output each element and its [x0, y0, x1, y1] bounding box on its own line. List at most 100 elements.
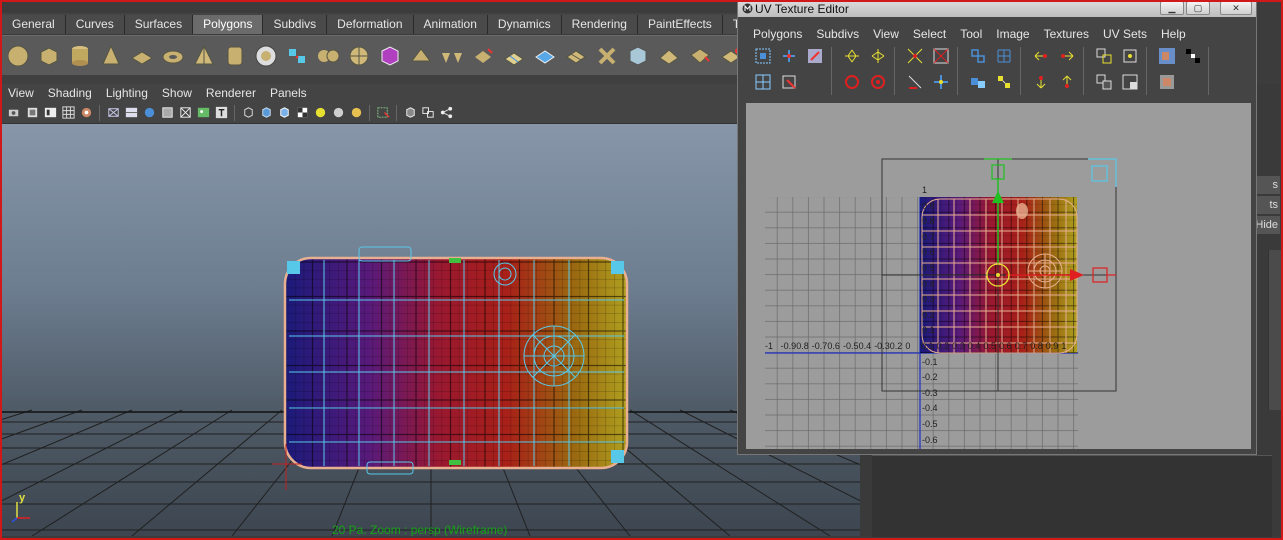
shelf-tab-subdivs[interactable]: Subdivs: [263, 15, 328, 34]
channel-scrollbar[interactable]: [1268, 250, 1281, 410]
x-ray-icon[interactable]: [177, 105, 193, 121]
shelf-tab-animation[interactable]: Animation: [413, 15, 488, 34]
split-uv-icon[interactable]: [904, 71, 926, 93]
text-icon[interactable]: [213, 105, 229, 121]
uv-menu-subdivs[interactable]: Subdivs: [809, 27, 866, 41]
merge-icon[interactable]: [593, 41, 621, 71]
uv-lattice-icon[interactable]: [752, 71, 774, 93]
light-all-icon[interactable]: [330, 105, 346, 121]
uv-select-icon[interactable]: [752, 45, 774, 67]
maximize-button[interactable]: ▢: [1186, 1, 1210, 15]
cone-icon[interactable]: [97, 41, 125, 71]
uv-editor-titlebar[interactable]: UV Texture Editor ▁ ▢ ✕: [738, 1, 1256, 17]
torus-icon[interactable]: [159, 41, 187, 71]
flip-u-icon[interactable]: [841, 45, 863, 67]
flip-v-icon[interactable]: [867, 45, 889, 67]
separate-icon[interactable]: [283, 41, 311, 71]
uv-menu-select[interactable]: Select: [906, 27, 953, 41]
image-range-icon[interactable]: [1156, 71, 1178, 93]
layout-uv-icon[interactable]: [967, 45, 989, 67]
panel-menu-show[interactable]: Show: [156, 86, 200, 100]
pipe-icon[interactable]: [221, 41, 249, 71]
uv-menu-tool[interactable]: Tool: [953, 27, 989, 41]
film-gate-icon[interactable]: [78, 105, 94, 121]
cube-wire-icon[interactable]: [376, 41, 404, 71]
shelf-tab-general[interactable]: General: [2, 15, 66, 34]
panel-menu-renderer[interactable]: Renderer: [200, 86, 264, 100]
perspective-viewport[interactable]: y 20 Pa. Zoom : persp (Wireframe): [2, 124, 860, 536]
uv-menu-polygons[interactable]: Polygons: [746, 27, 809, 41]
panel-menu-lighting[interactable]: Lighting: [100, 86, 156, 100]
move-up-icon[interactable]: [1056, 71, 1078, 93]
sphere-icon[interactable]: [4, 41, 32, 71]
shelf-tab-painteffects[interactable]: PaintEffects: [637, 15, 723, 34]
smooth-shade-icon[interactable]: [123, 105, 139, 121]
plane-icon[interactable]: [128, 41, 156, 71]
sew-uv-icon[interactable]: [930, 45, 952, 67]
poke-icon[interactable]: [655, 41, 683, 71]
combine-icon[interactable]: [314, 41, 342, 71]
close-button[interactable]: ✕: [1220, 1, 1252, 15]
uv-editor-canvas[interactable]: -1 -0.9 0.8 -0.7 0.6 -0.5 0.4 -0.3 0.2 0 0.1 0.2 0.3…: [746, 103, 1251, 449]
uv-menu-view[interactable]: View: [866, 27, 906, 41]
rotate-cw-icon[interactable]: [867, 71, 889, 93]
insert-loop-icon[interactable]: [531, 41, 559, 71]
shelf-tab-polygons[interactable]: Polygons: [193, 15, 264, 34]
uv-menu-textures[interactable]: Textures: [1037, 27, 1096, 41]
shelf-tab-curves[interactable]: Curves: [65, 15, 125, 34]
layout-single-icon[interactable]: [402, 105, 418, 121]
shelf-tab-surfaces[interactable]: Surfaces: [124, 15, 194, 34]
pyramid-icon[interactable]: [190, 41, 218, 71]
uv-smudge-icon[interactable]: [804, 45, 826, 67]
cube-blue-icon[interactable]: [258, 105, 274, 121]
grid-uv-icon[interactable]: [993, 45, 1015, 67]
textured-icon[interactable]: [195, 105, 211, 121]
minimize-button[interactable]: ▁: [1160, 1, 1184, 15]
paste-uv-icon[interactable]: [1119, 45, 1141, 67]
move-right-icon[interactable]: [1056, 45, 1078, 67]
soccer-ball-icon[interactable]: [252, 41, 280, 71]
uv-tweak-icon[interactable]: [778, 71, 800, 93]
image-plane-icon[interactable]: [42, 105, 58, 121]
sculpt-icon[interactable]: [717, 41, 738, 71]
cube-shaded-icon[interactable]: [276, 105, 292, 121]
side-tab[interactable]: Hide: [1254, 216, 1280, 234]
move-left-icon[interactable]: [1030, 45, 1052, 67]
layout-dual-icon[interactable]: [420, 105, 436, 121]
unfold-icon[interactable]: [930, 71, 952, 93]
side-tab[interactable]: s: [1254, 176, 1280, 194]
cylinder-icon[interactable]: [66, 41, 94, 71]
chamfer-icon[interactable]: [686, 41, 714, 71]
bookmark-icon[interactable]: [24, 105, 40, 121]
split-icon[interactable]: [500, 41, 528, 71]
panel-menu-shading[interactable]: Shading: [42, 86, 100, 100]
grid-icon[interactable]: [60, 105, 76, 121]
light-selected-icon[interactable]: [348, 105, 364, 121]
bridge-icon[interactable]: [438, 41, 466, 71]
uv-texture-editor-window[interactable]: UV Texture Editor ▁ ▢ ✕ Polygons Subdivs V…: [737, 0, 1257, 455]
flat-shade-icon[interactable]: [159, 105, 175, 121]
uv-menu-uv-sets[interactable]: UV Sets: [1096, 27, 1154, 41]
cycle-uv-icon[interactable]: [1093, 71, 1115, 93]
shelf-tab-dynamics[interactable]: Dynamics: [487, 15, 562, 34]
cube-icon[interactable]: [35, 41, 63, 71]
select-camera-icon[interactable]: [375, 105, 391, 121]
copy-uv-icon[interactable]: [1093, 45, 1115, 67]
bevel-icon[interactable]: [562, 41, 590, 71]
uv-move-icon[interactable]: [778, 45, 800, 67]
shelf-tab-rendering[interactable]: Rendering: [561, 15, 638, 34]
move-down-icon[interactable]: [1030, 71, 1052, 93]
uv-menu-image[interactable]: Image: [989, 27, 1036, 41]
checker-display-icon[interactable]: [1182, 45, 1204, 67]
smooth-icon[interactable]: [345, 41, 373, 71]
wireframe-icon[interactable]: [105, 105, 121, 121]
cut-uv-icon[interactable]: [904, 45, 926, 67]
panel-menu-panels[interactable]: Panels: [264, 86, 315, 100]
camera-attributes-icon[interactable]: [6, 105, 22, 121]
wedge-icon[interactable]: [624, 41, 652, 71]
side-tab[interactable]: ts: [1254, 196, 1280, 214]
rotate-ccw-icon[interactable]: [841, 71, 863, 93]
extrude-icon[interactable]: [407, 41, 435, 71]
append-icon[interactable]: [469, 41, 497, 71]
light-default-icon[interactable]: [312, 105, 328, 121]
